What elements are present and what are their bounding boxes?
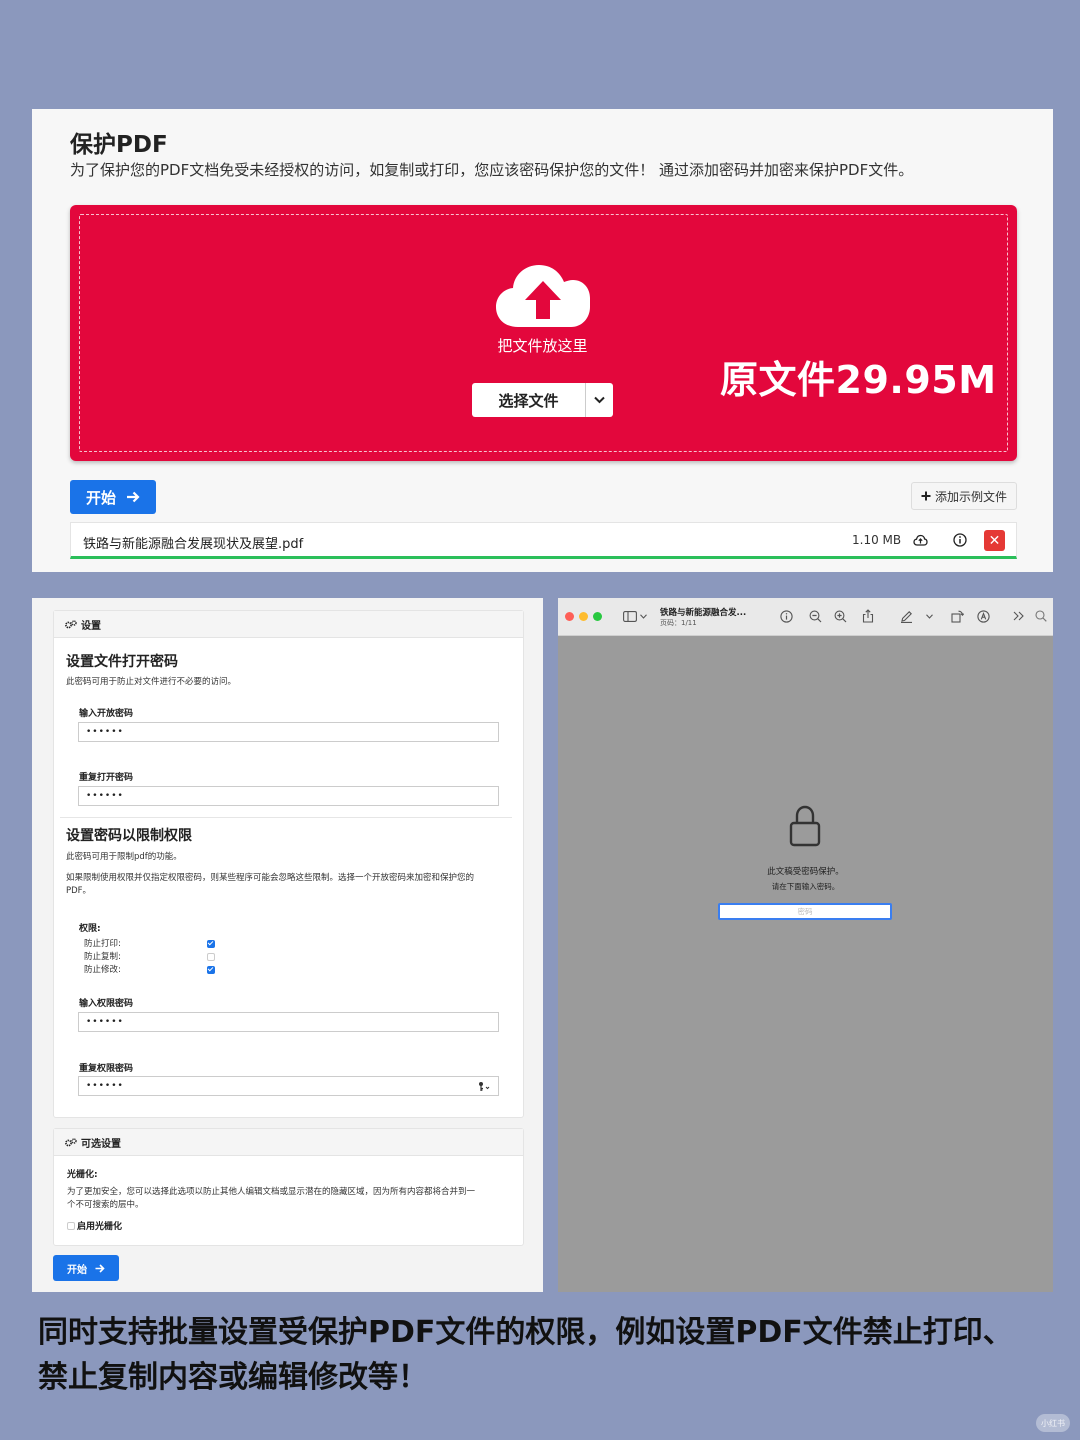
cloud-upload-icon [496,265,590,327]
gears-icon [65,619,77,628]
rotate-icon[interactable] [949,608,965,624]
search-icon[interactable] [1033,608,1049,624]
add-sample-file-button[interactable]: 添加示例文件 [911,482,1017,510]
rasterize-desc-line2: 个不可搜索的层中。 [67,1200,144,1210]
file-name: 铁路与新能源融合发展现状及展望.pdf [83,537,304,552]
optional-settings-header: 可选设置 [54,1129,523,1156]
start-button[interactable]: 开始 [70,480,156,514]
close-window-button[interactable] [565,612,574,621]
watermark: 小红书 [1036,1414,1070,1432]
permissions-label: 权限: [79,924,101,934]
info-icon[interactable] [778,608,794,624]
open-password-label: 输入开放密码 [79,709,134,719]
start-button-label: 开始 [85,488,116,507]
prevent-copy-label: 防止复制: [84,952,121,962]
permission-warning-line1: 如果限制使用权限并仅指定权限密码，则某些程序可能会忽略这些限制。选择一个开放密码… [66,873,475,883]
protect-pdf-panel: 保护PDF 为了保护您的PDF文档免受未经授权的访问，如复制或打印，您应该密码保… [32,109,1053,572]
permission-warning-line2: PDF。 [66,886,92,896]
document-password-input[interactable]: 密码 [718,903,892,920]
prevent-modify-label: 防止修改: [84,965,121,975]
zoom-out-icon[interactable] [807,608,823,624]
document-title: 铁路与新能源融合发... [660,608,747,618]
page-indicator: 页码：1/11 [660,619,697,627]
file-list-item: 铁路与新能源融合发展现状及展望.pdf 1.10 MB ✕ [70,522,1017,559]
markup-pen-icon[interactable] [898,608,914,624]
optional-settings-card: 可选设置 光栅化: 为了更加安全，您可以选择此选项以防止其他人编辑文档或显示潜在… [53,1128,524,1246]
password-key-icon[interactable] [478,1081,490,1092]
rasterize-label: 光栅化: [67,1170,98,1180]
enable-rasterize-checkbox[interactable] [67,1222,75,1230]
original-size-annotation: 原文件29.95M [720,358,997,402]
file-size: 1.10 MB [852,533,902,547]
share-icon[interactable] [860,608,876,624]
prevent-print-checkbox[interactable] [207,940,215,948]
arrow-right-icon [95,1263,105,1273]
chevron-down-icon[interactable] [638,608,648,624]
minimize-window-button[interactable] [579,612,588,621]
settings-card-header: 设置 [54,611,523,638]
enable-rasterize-label: 启用光栅化 [77,1222,123,1232]
file-dropzone[interactable]: 把文件放这里 选择文件 原文件29.95M [70,205,1017,461]
prevent-modify-checkbox[interactable] [207,966,215,974]
sidebar-toggle-icon[interactable] [622,608,638,624]
permission-password-title: 设置密码以限制权限 [66,828,192,844]
settings-header-label: 设置 [81,620,101,632]
repeat-open-password-label: 重复打开密码 [79,773,134,783]
section-divider [60,817,512,818]
settings-start-label: 开始 [67,1264,87,1276]
chevron-down-icon[interactable] [585,383,613,417]
remove-file-button[interactable]: ✕ [984,530,1005,551]
zoom-in-icon[interactable] [832,608,848,624]
page-title: 保护PDF [70,132,168,158]
preview-toolbar: 铁路与新能源融合发... 页码：1/11 [558,598,1053,636]
permission-password-label: 输入权限密码 [79,999,134,1009]
lock-icon [789,805,821,847]
open-password-desc: 此密码可用于防止对文件进行不必要的访问。 [66,677,237,687]
settings-card: 设置 设置文件打开密码 此密码可用于防止对文件进行不必要的访问。 输入开放密码 … [53,610,524,1118]
settings-panel: 设置 设置文件打开密码 此密码可用于防止对文件进行不必要的访问。 输入开放密码 … [32,598,543,1292]
chevron-down-icon[interactable] [924,608,934,624]
repeat-permission-password-value: •••••• [86,1081,124,1091]
caption-line-2: 禁止复制内容或编辑修改等！ [38,1360,428,1395]
permission-password-desc: 此密码可用于限制pdf的功能。 [66,852,182,862]
add-sample-file-label: 添加示例文件 [934,489,1007,504]
select-file-button[interactable]: 选择文件 [472,383,613,417]
caption-line-1: 同时支持批量设置受保护PDF文件的权限，例如设置PDF文件禁止打印、 [38,1315,1013,1350]
repeat-permission-password-input[interactable]: •••••• [78,1076,499,1096]
cloud-drive-icon[interactable] [911,531,929,549]
more-tools-icon[interactable] [1010,608,1026,624]
prevent-print-label: 防止打印: [84,939,121,949]
prevent-copy-checkbox[interactable] [207,953,215,961]
permission-password-input[interactable]: •••••• [78,1012,499,1032]
optional-settings-label: 可选设置 [81,1138,121,1150]
plus-icon [921,491,931,501]
page-description: 为了保护您的PDF文档免受未经授权的访问，如复制或打印，您应该密码保护您的文件！… [70,161,914,179]
close-icon: ✕ [988,532,1001,549]
bottom-caption: 同时支持批量设置受保护PDF文件的权限，例如设置PDF文件禁止打印、 禁止复制内… [38,1310,1048,1400]
settings-start-button[interactable]: 开始 [53,1255,119,1281]
repeat-open-password-input[interactable]: •••••• [78,786,499,806]
open-password-title: 设置文件打开密码 [66,654,178,670]
repeat-permission-password-label: 重复权限密码 [79,1064,134,1074]
gears-icon [65,1137,77,1146]
enter-password-message: 请在下面输入密码。 [771,882,840,891]
arrow-right-icon [127,491,140,503]
zoom-window-button[interactable] [593,612,602,621]
protected-message: 此文稿受密码保护。 [767,867,844,877]
info-icon[interactable] [951,531,969,549]
pdf-preview-window: 铁路与新能源融合发... 页码：1/11 此文稿受密码保护。 请在下面输入密码。… [558,598,1053,1292]
rasterize-desc-line1: 为了更加安全，您可以选择此选项以防止其他人编辑文档或显示潜在的隐藏区域，因为所有… [67,1187,476,1197]
open-password-input[interactable]: •••••• [78,722,499,742]
select-file-label: 选择文件 [498,391,559,410]
annotate-icon[interactable] [975,608,991,624]
